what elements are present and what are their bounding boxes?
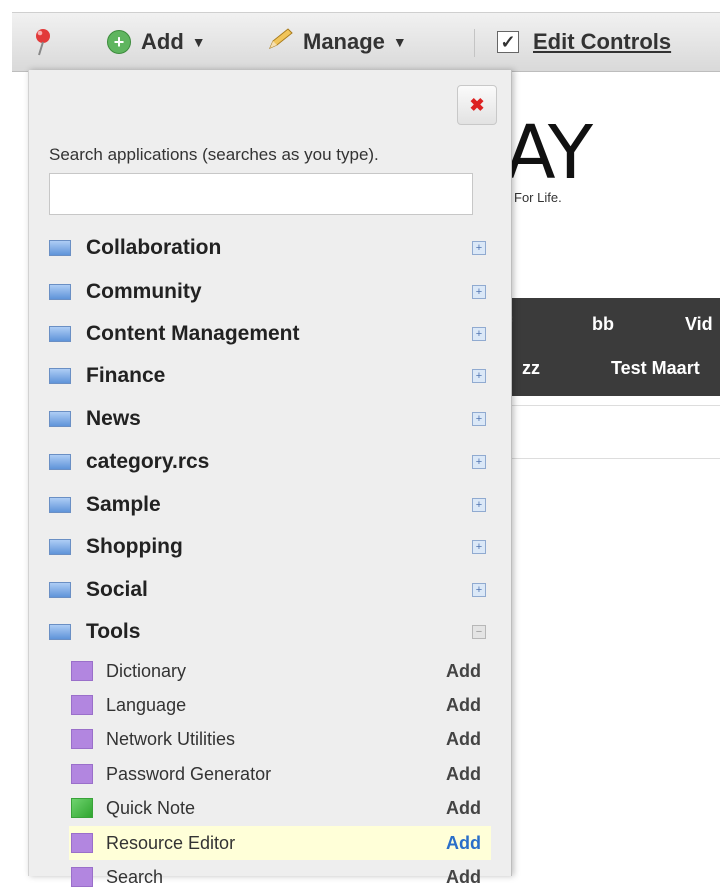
add-application-link[interactable]: Add <box>446 764 481 785</box>
add-label: Add <box>141 29 184 54</box>
pin-icon[interactable] <box>32 13 54 71</box>
content-strip <box>505 405 720 459</box>
nav-item[interactable]: zz <box>522 358 540 379</box>
application-row[interactable]: Quick Note Add <box>69 791 491 825</box>
edit-controls-label: Edit Controls <box>533 29 672 54</box>
category-name: News <box>86 407 141 430</box>
collapse-icon[interactable]: − <box>472 625 486 639</box>
pencil-icon <box>267 27 295 57</box>
purple-app-icon <box>71 729 93 749</box>
add-application-link[interactable]: Add <box>446 833 481 854</box>
edit-controls-toggle[interactable]: ✓ Edit Controls <box>497 13 671 71</box>
folder-icon <box>49 411 71 427</box>
category-name: Content Management <box>86 322 300 345</box>
category-name: Sample <box>86 493 161 516</box>
application-row[interactable]: Dictionary Add <box>69 654 491 688</box>
application-name: Quick Note <box>106 797 196 818</box>
category-row[interactable]: News + <box>29 399 511 439</box>
expand-icon[interactable]: + <box>472 540 486 554</box>
site-navigation: ff bb Vid zz Test Maart <box>500 298 720 396</box>
folder-icon <box>49 624 71 640</box>
expand-icon[interactable]: + <box>472 327 486 341</box>
nav-item[interactable]: Vid <box>685 314 713 335</box>
application-row[interactable]: Network Utilities Add <box>69 722 491 756</box>
purple-app-icon <box>71 695 93 715</box>
application-row[interactable]: Language Add <box>69 688 491 722</box>
checkbox-icon[interactable]: ✓ <box>497 31 519 53</box>
add-application-link[interactable]: Add <box>446 695 481 716</box>
application-name: Search <box>106 866 164 887</box>
close-button[interactable]: ✖ <box>457 85 497 125</box>
purple-app-icon <box>71 661 93 681</box>
manage-menu-button[interactable]: Manage ▼ <box>267 13 407 71</box>
category-row[interactable]: category.rcs + <box>29 442 511 482</box>
category-name: Community <box>86 280 202 303</box>
category-name: Collaboration <box>86 236 222 259</box>
chevron-down-icon: ▼ <box>191 34 206 50</box>
category-name: Shopping <box>86 535 183 558</box>
site-logo: AY <box>505 110 593 196</box>
category-name: Tools <box>86 620 141 643</box>
folder-icon <box>49 497 71 513</box>
application-name: Resource Editor <box>106 832 236 853</box>
search-label: Search applications (searches as you typ… <box>49 145 379 164</box>
category-row[interactable]: Content Management + <box>29 314 511 354</box>
category-row[interactable]: Sample + <box>29 485 511 525</box>
add-application-link[interactable]: Add <box>446 798 481 819</box>
application-name: Network Utilities <box>106 728 236 749</box>
dock-bar: + Add ▼ Manage ▼ ✓ Edit Controls <box>12 12 720 72</box>
category-row[interactable]: Social + <box>29 570 511 610</box>
folder-icon <box>49 240 71 256</box>
add-application-link[interactable]: Add <box>446 729 481 750</box>
folder-icon <box>49 539 71 555</box>
folder-icon <box>49 326 71 342</box>
expand-icon[interactable]: + <box>472 369 486 383</box>
purple-app-icon <box>71 867 93 887</box>
folder-icon <box>49 284 71 300</box>
category-row[interactable]: Community + <box>29 272 511 312</box>
close-icon: ✖ <box>469 94 485 115</box>
folder-icon <box>49 582 71 598</box>
category-row[interactable]: Shopping + <box>29 527 511 567</box>
category-name: Finance <box>86 364 166 387</box>
expand-icon[interactable]: + <box>472 498 486 512</box>
expand-icon[interactable]: + <box>472 285 486 299</box>
application-name: Language <box>106 694 187 715</box>
category-row[interactable]: Collaboration + <box>29 228 511 268</box>
manage-label: Manage <box>303 29 385 54</box>
green-note-icon <box>71 798 93 818</box>
dock-divider <box>474 29 475 57</box>
category-name: Social <box>86 578 148 601</box>
site-tagline: For Life. <box>514 190 562 205</box>
add-application-link[interactable]: Add <box>446 867 481 888</box>
expand-icon[interactable]: + <box>472 412 486 426</box>
expand-icon[interactable]: + <box>472 583 486 597</box>
add-menu-button[interactable]: + Add ▼ <box>107 13 206 71</box>
purple-app-icon <box>71 833 93 853</box>
application-name: Password Generator <box>106 763 272 784</box>
application-row[interactable]: Search Add <box>69 860 491 894</box>
add-application-link[interactable]: Add <box>446 661 481 682</box>
search-input[interactable] <box>49 173 473 215</box>
nav-item[interactable]: Test Maart <box>611 358 700 379</box>
application-row[interactable]: Password Generator Add <box>69 757 491 791</box>
add-application-panel: ✖ Search applications (searches as you t… <box>28 70 512 887</box>
category-row[interactable]: Finance + <box>29 356 511 396</box>
expand-icon[interactable]: + <box>472 455 486 469</box>
application-name: Dictionary <box>106 660 187 681</box>
purple-app-icon <box>71 764 93 784</box>
expand-icon[interactable]: + <box>472 241 486 255</box>
folder-icon <box>49 368 71 384</box>
chevron-down-icon: ▼ <box>392 34 407 50</box>
add-circle-icon: + <box>107 30 131 54</box>
category-name: category.rcs <box>86 450 210 473</box>
application-row[interactable]: Resource Editor Add <box>69 826 491 860</box>
folder-icon <box>49 454 71 470</box>
nav-item[interactable]: bb <box>592 314 614 335</box>
category-row[interactable]: Tools − <box>29 612 511 652</box>
